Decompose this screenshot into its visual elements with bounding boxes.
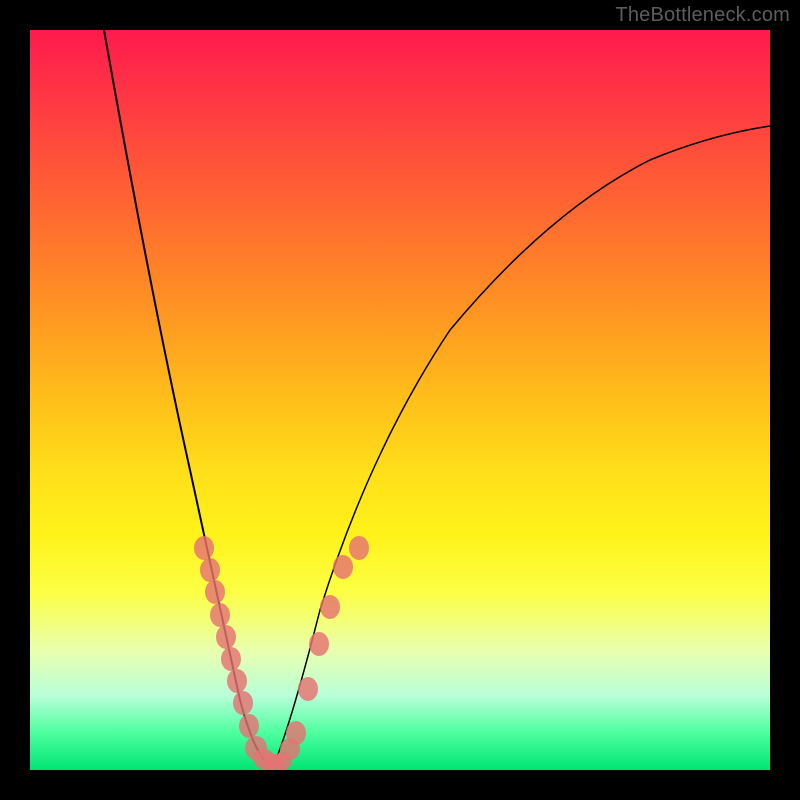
data-point	[210, 603, 230, 627]
scatter-left-group	[194, 536, 285, 770]
data-point	[320, 595, 340, 619]
data-point	[205, 580, 225, 604]
data-point	[227, 669, 247, 693]
data-point	[239, 714, 259, 738]
data-point	[286, 721, 306, 745]
data-point	[194, 536, 214, 560]
right-curve-path	[275, 126, 770, 762]
left-curve	[104, 30, 264, 760]
data-point	[233, 691, 253, 715]
data-point	[200, 558, 220, 582]
scatter-right-group	[274, 536, 369, 770]
data-point	[216, 625, 236, 649]
chart-frame: TheBottleneck.com	[0, 0, 800, 800]
right-curve	[275, 126, 770, 762]
data-point	[221, 647, 241, 671]
chart-svg	[30, 30, 770, 770]
data-point	[349, 536, 369, 560]
watermark-text: TheBottleneck.com	[615, 4, 790, 27]
plot-area	[30, 30, 770, 770]
data-point	[309, 632, 329, 656]
data-point	[298, 677, 318, 701]
left-curve-path	[104, 30, 264, 760]
data-point	[333, 555, 353, 579]
